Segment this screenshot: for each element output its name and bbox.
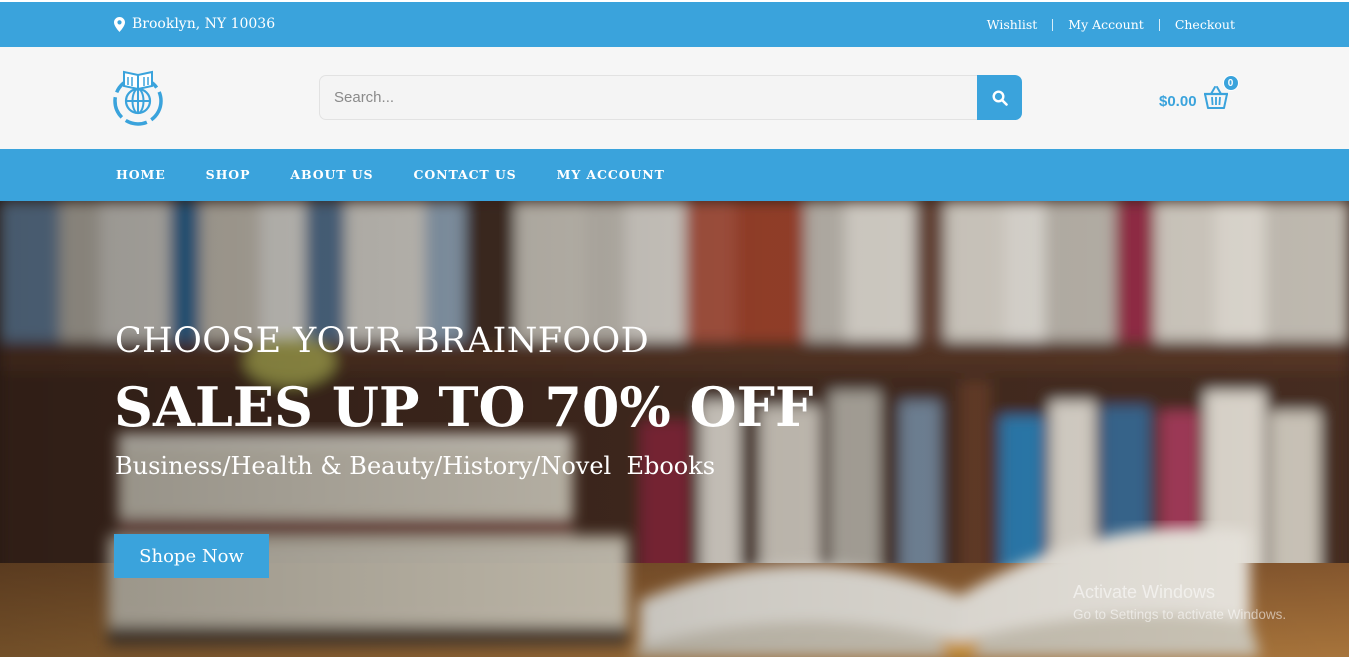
divider bbox=[1158, 18, 1160, 31]
windows-watermark-title: Activate Windows bbox=[1073, 582, 1216, 602]
top-bar: Brooklyn, NY 10036 Wishlist My Account C… bbox=[0, 2, 1349, 47]
hero-headline: SALES UP TO 70% OFF bbox=[114, 375, 814, 439]
search-input[interactable] bbox=[319, 75, 977, 120]
main-nav: HOME SHOP ABOUT US CONTACT US MY ACCOUNT bbox=[0, 149, 1349, 201]
nav-item-shop[interactable]: SHOP bbox=[206, 167, 251, 182]
top-links: Wishlist My Account Checkout bbox=[987, 17, 1235, 32]
search-bar bbox=[319, 75, 1022, 120]
checkout-link[interactable]: Checkout bbox=[1175, 17, 1235, 32]
hero-subtitle: Business/Health & Beauty/History/Novel E… bbox=[115, 452, 716, 480]
wishlist-link[interactable]: Wishlist bbox=[987, 17, 1038, 32]
location: Brooklyn, NY 10036 bbox=[114, 16, 275, 32]
my-account-link[interactable]: My Account bbox=[1068, 17, 1144, 32]
divider bbox=[1052, 18, 1054, 31]
nav-item-my-account[interactable]: MY ACCOUNT bbox=[557, 167, 665, 182]
shop-now-button[interactable]: Shope Now bbox=[114, 534, 269, 578]
search-icon bbox=[991, 89, 1008, 106]
search-button[interactable] bbox=[977, 75, 1022, 120]
site-header: $0.00 0 bbox=[0, 47, 1349, 149]
windows-watermark-subtitle: Go to Settings to activate Windows. bbox=[1073, 607, 1287, 622]
location-text: Brooklyn, NY 10036 bbox=[132, 16, 276, 32]
book-globe-logo-icon[interactable] bbox=[111, 67, 165, 127]
basket-icon[interactable]: 0 bbox=[1203, 75, 1239, 111]
cart-widget[interactable]: $0.00 0 bbox=[1159, 75, 1239, 111]
nav-item-about-us[interactable]: ABOUT US bbox=[290, 167, 373, 182]
nav-item-home[interactable]: HOME bbox=[116, 167, 166, 182]
cart-count-badge: 0 bbox=[1222, 75, 1239, 91]
map-pin-icon bbox=[114, 16, 125, 32]
hero-banner: CHOOSE YOUR BRAINFOOD SALES UP TO 70% OF… bbox=[0, 201, 1349, 657]
cart-amount: $0.00 bbox=[1159, 92, 1197, 110]
hero-eyebrow: CHOOSE YOUR BRAINFOOD bbox=[115, 321, 650, 361]
nav-item-contact-us[interactable]: CONTACT US bbox=[413, 167, 516, 182]
